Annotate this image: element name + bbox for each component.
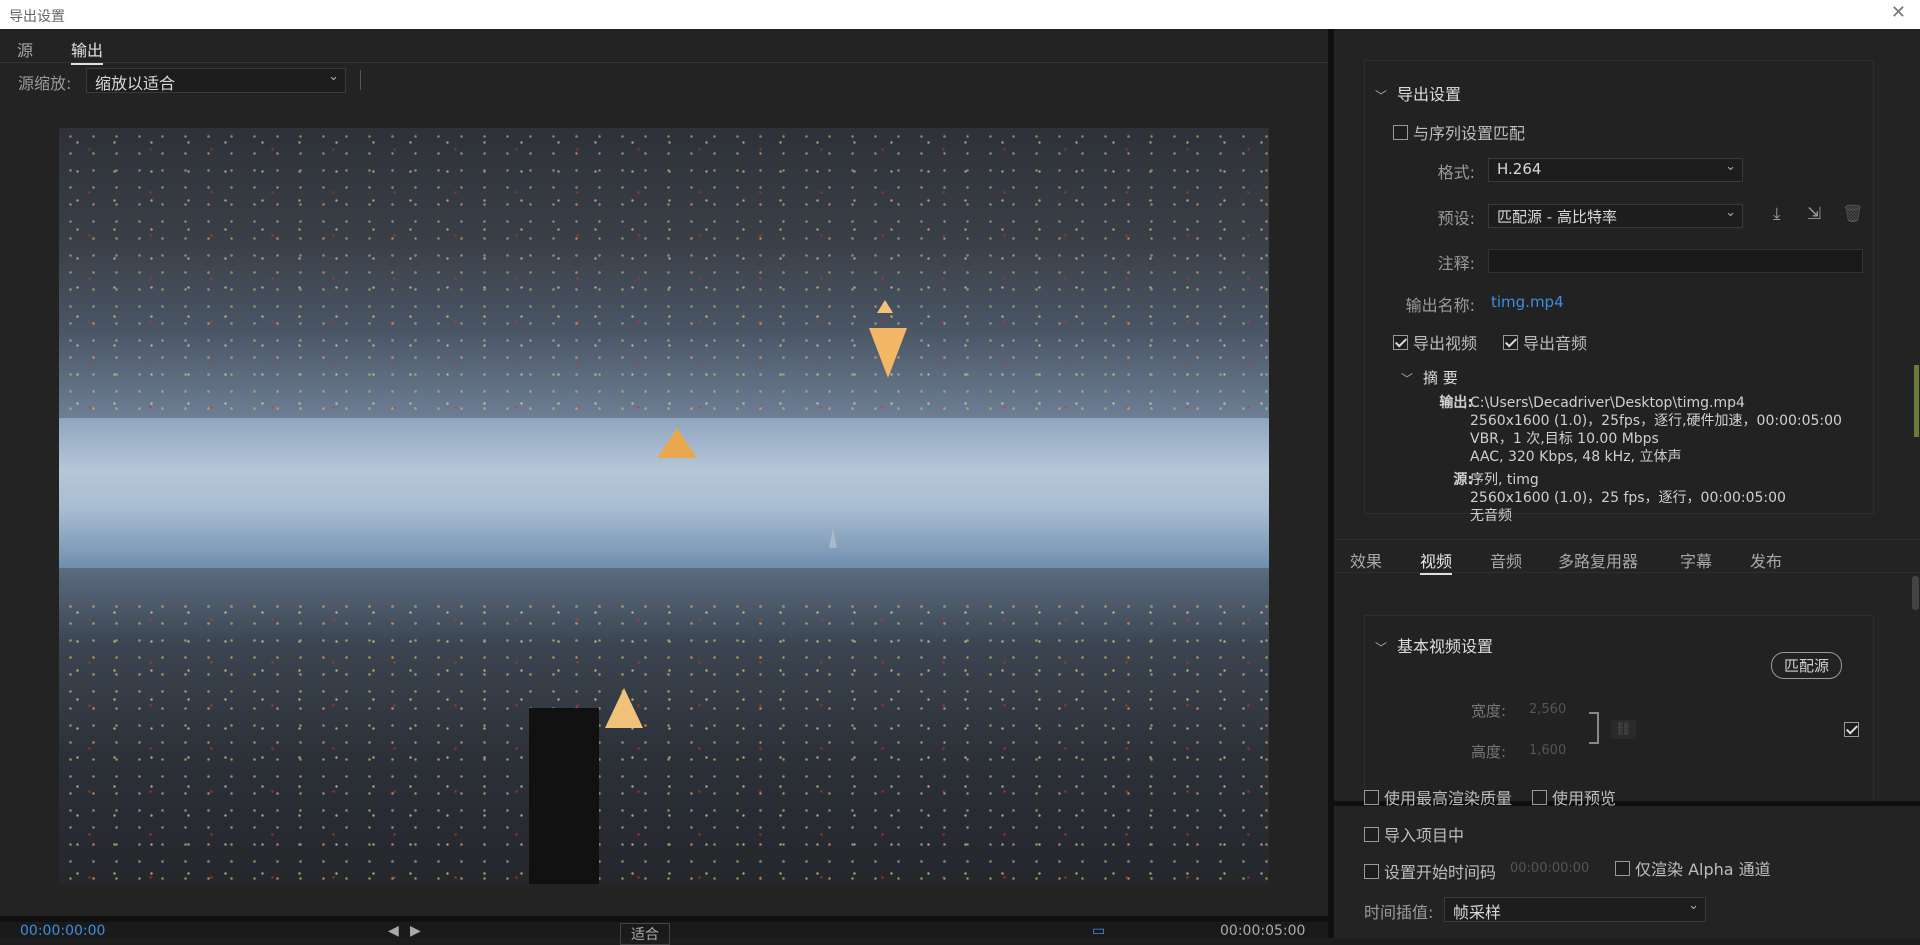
source-zoom-label: 源缩放: [18, 74, 72, 93]
import-preset-icon[interactable]: ⇲ [1807, 204, 1821, 224]
summary-line: 2560x1600 (1.0)，25fps，逐行,硬件加速，00:00:05:0… [1470, 413, 1842, 429]
time-interp-dropdown[interactable]: 帧采样 ⌄ [1444, 897, 1706, 922]
time-interp-label: 时间插值: [1364, 903, 1434, 922]
checkbox-box [1503, 334, 1518, 350]
time-interp-value: 帧采样 [1453, 903, 1502, 922]
step-forward-icon[interactable]: ▶ [410, 923, 421, 939]
preset-dropdown[interactable]: 匹配源 - 高比特率 ⌄ [1488, 204, 1743, 228]
export-audio-checkbox[interactable]: 导出音频 [1503, 330, 1587, 354]
delete-preset-icon[interactable]: 🗑 [1842, 204, 1864, 224]
export-settings-panel: ﹀ 导出设置 与序列设置匹配 格式: H.264 ⌄ 预设: 匹配源 - 高比特率… [1364, 60, 1874, 524]
summary-output-label: 输出: [1439, 395, 1473, 411]
right-pane: ﹀ 导出设置 与序列设置匹配 格式: H.264 ⌄ 预设: 匹配源 - 高比特率… [1334, 29, 1920, 938]
source-zoom-row: 源缩放: 缩放以适合 ⌄ [0, 65, 1328, 95]
set-start-timecode-checkbox[interactable]: 设置开始时间码 [1364, 859, 1496, 883]
tab-multiplexer[interactable]: 多路复用器 [1558, 548, 1638, 572]
format-dropdown[interactable]: H.264 ⌄ [1488, 158, 1743, 182]
range-icon[interactable]: ▭ [1092, 923, 1105, 939]
export-settings-header[interactable]: ﹀ 导出设置 [1375, 81, 1461, 105]
settings-tabs: 效果 视频 音频 多路复用器 字幕 发布 [1334, 539, 1920, 575]
step-back-icon[interactable]: ◀ [388, 923, 399, 939]
summary-line: 2560x1600 (1.0)，25 fps，逐行，00:00:05:00 [1470, 490, 1786, 506]
checkbox-box [1364, 789, 1379, 805]
chevron-down-icon: ﹀ [1375, 89, 1388, 103]
format-label: 格式: [1437, 163, 1475, 182]
summary-line: VBR，1 次,目标 10.00 Mbps [1470, 431, 1659, 447]
use-preview-checkbox[interactable]: 使用预览 [1532, 785, 1616, 809]
chevron-down-icon: ⌄ [1725, 159, 1736, 174]
tab-effects[interactable]: 效果 [1350, 548, 1382, 572]
window-title: 导出设置 [9, 9, 65, 25]
timecode-end: 00:00:05:00 [1220, 923, 1306, 939]
summary-line: AAC, 320 Kbps, 48 kHz, 立体声 [1470, 449, 1682, 465]
comment-input[interactable] [1488, 249, 1863, 273]
import-project-checkbox[interactable]: 导入项目中 [1364, 822, 1464, 846]
export-video-checkbox[interactable]: 导出视频 [1393, 330, 1477, 354]
chevron-down-icon: ⌄ [1688, 898, 1699, 913]
divider [360, 70, 361, 90]
checkbox-box [1364, 826, 1379, 842]
chevron-down-icon: ﹀ [1401, 372, 1414, 386]
left-pane: 源 输出 源缩放: 缩放以适合 ⌄ 00:00:00:00 ◀ ▶ 适合 ▭ 0… [0, 29, 1328, 945]
format-value: H.264 [1497, 160, 1542, 178]
video-preview [59, 128, 1269, 884]
source-output-tabs: 源 输出 [0, 29, 1328, 65]
tab-video[interactable]: 视频 [1420, 548, 1453, 575]
timeline-bar: 00:00:00:00 ◀ ▶ 适合 ▭ 00:00:05:00 [0, 916, 1328, 945]
max-render-checkbox[interactable]: 使用最高渲染质量 [1364, 785, 1512, 809]
save-preset-icon[interactable]: ⤓ [1773, 204, 1781, 224]
comment-label: 注释: [1437, 254, 1475, 273]
scrollbar-thumb[interactable] [1912, 576, 1919, 610]
alpha-only-checkbox[interactable]: 仅渲染 Alpha 通道 [1615, 856, 1771, 880]
height-label: 高度: [1471, 743, 1507, 761]
summary-line: C:\Users\Decadriver\Desktop\timg.mp4 [1470, 395, 1745, 411]
tab-captions[interactable]: 字幕 [1680, 548, 1712, 572]
summary-header[interactable]: ﹀ 摘 要 [1401, 367, 1458, 388]
tab-audio[interactable]: 音频 [1490, 548, 1522, 572]
height-value[interactable]: 1,600 [1529, 743, 1566, 758]
tab-publish[interactable]: 发布 [1750, 548, 1782, 572]
summary-line: 无音频 [1470, 508, 1512, 524]
tab-source[interactable]: 源 [17, 37, 33, 61]
summary-output: C:\Users\Decadriver\Desktop\timg.mp4 256… [1470, 394, 1870, 466]
fit-dropdown[interactable]: 适合 [620, 923, 670, 945]
tab-output[interactable]: 输出 [71, 37, 104, 65]
preset-value: 匹配源 - 高比特率 [1497, 208, 1617, 226]
override-checkbox[interactable] [1844, 722, 1859, 737]
basic-video-header[interactable]: ﹀ 基本视频设置 [1375, 633, 1493, 657]
preset-label: 预设: [1437, 209, 1475, 228]
width-value[interactable]: 2,560 [1529, 702, 1566, 717]
chevron-down-icon: ⌄ [328, 69, 339, 84]
source-zoom-dropdown[interactable]: 缩放以适合 ⌄ [86, 68, 346, 93]
chain-link-icon[interactable]: ⛓ [1611, 720, 1636, 739]
checkbox-box [1393, 124, 1408, 140]
basic-video-panel: ﹀ 基本视频设置 匹配源 宽度: 2,560 高度: 1,600 ⛓ [1364, 615, 1874, 805]
checkbox-box [1532, 789, 1547, 805]
audio-meter [1914, 365, 1919, 437]
title-bar: 导出设置 ✕ [0, 0, 1920, 29]
summary-line: 序列, timg [1470, 472, 1539, 488]
match-sequence-checkbox[interactable]: 与序列设置匹配 [1393, 120, 1525, 144]
checkbox-box [1615, 860, 1630, 876]
width-label: 宽度: [1471, 702, 1507, 720]
timecode-start[interactable]: 00:00:00:00 [20, 923, 105, 939]
chevron-down-icon: ⌄ [1725, 205, 1736, 220]
link-bracket [1589, 712, 1599, 744]
match-source-button[interactable]: 匹配源 [1771, 652, 1843, 679]
summary-source-label: 源: [1453, 472, 1473, 488]
chevron-down-icon: ﹀ [1375, 641, 1388, 655]
output-name-label: 输出名称: [1405, 296, 1475, 315]
start-timecode-value[interactable]: 00:00:00:00 [1510, 861, 1589, 876]
preview-landmarks [529, 300, 907, 884]
close-icon[interactable]: ✕ [1891, 2, 1906, 23]
source-zoom-value: 缩放以适合 [95, 74, 176, 93]
summary-source: 序列, timg 2560x1600 (1.0)，25 fps，逐行，00:00… [1470, 471, 1870, 525]
checkbox-box [1393, 334, 1408, 350]
checkbox-box [1364, 863, 1379, 879]
output-name-link[interactable]: timg.mp4 [1491, 293, 1564, 311]
